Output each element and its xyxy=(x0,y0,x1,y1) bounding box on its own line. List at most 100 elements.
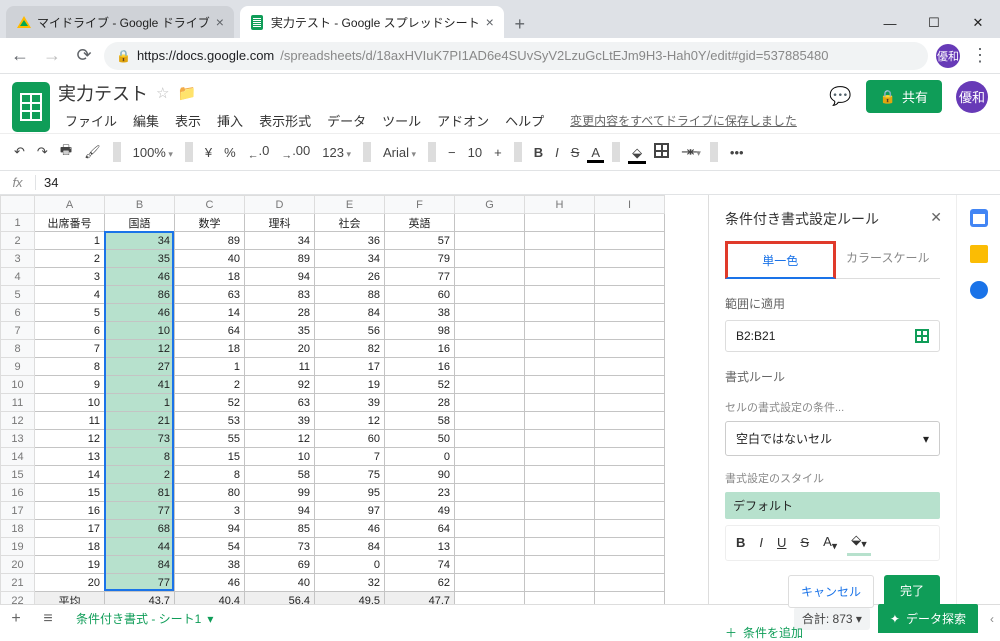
cf-tab-color-scale[interactable]: カラースケール xyxy=(836,241,941,279)
menu-help[interactable]: ヘルプ xyxy=(498,108,551,133)
cell[interactable] xyxy=(455,484,525,502)
cell[interactable]: 8 xyxy=(35,358,105,376)
share-button[interactable]: 🔒 共有 xyxy=(866,80,942,113)
row-header[interactable]: 11 xyxy=(1,394,35,412)
cell[interactable]: 53 xyxy=(175,412,245,430)
menu-view[interactable]: 表示 xyxy=(168,108,208,133)
tasks-icon[interactable] xyxy=(970,281,988,299)
cell[interactable] xyxy=(455,376,525,394)
cell[interactable]: 97 xyxy=(315,502,385,520)
cell[interactable] xyxy=(525,376,595,394)
header-cell[interactable]: 理科 xyxy=(245,214,315,232)
print-button[interactable]: 🖶 xyxy=(56,137,76,167)
cell[interactable]: 2 xyxy=(175,376,245,394)
cell[interactable]: 90 xyxy=(385,466,455,484)
cell[interactable] xyxy=(525,322,595,340)
cell[interactable] xyxy=(525,574,595,592)
new-tab-button[interactable]: + xyxy=(506,10,534,38)
cell[interactable]: 77 xyxy=(105,502,175,520)
bold-button[interactable]: B xyxy=(530,141,547,164)
forward-button[interactable]: → xyxy=(40,45,64,66)
cell[interactable] xyxy=(525,502,595,520)
cell[interactable]: 69 xyxy=(245,556,315,574)
cell[interactable]: 63 xyxy=(245,394,315,412)
cell[interactable]: 6 xyxy=(35,322,105,340)
cell[interactable] xyxy=(455,214,525,232)
sheet-tab[interactable]: 条件付き書式 - シート1 ▾ xyxy=(64,604,225,633)
cell[interactable]: 8 xyxy=(175,466,245,484)
cell[interactable] xyxy=(525,268,595,286)
maximize-button[interactable]: ☐ xyxy=(912,8,956,38)
cell[interactable]: 40 xyxy=(175,250,245,268)
menu-tools[interactable]: ツール xyxy=(375,108,428,133)
cell[interactable] xyxy=(525,592,595,605)
cell[interactable]: 平均 xyxy=(35,592,105,605)
cell[interactable]: 19 xyxy=(35,556,105,574)
header-cell[interactable]: 社会 xyxy=(315,214,385,232)
cell[interactable]: 40 xyxy=(245,574,315,592)
cell[interactable]: 34 xyxy=(245,232,315,250)
cell[interactable]: 68 xyxy=(105,520,175,538)
cell[interactable]: 16 xyxy=(385,340,455,358)
cell[interactable]: 15 xyxy=(35,484,105,502)
cell[interactable]: 36 xyxy=(315,232,385,250)
cf-cancel-button[interactable]: キャンセル xyxy=(788,575,874,608)
cell[interactable] xyxy=(455,556,525,574)
cell[interactable] xyxy=(595,448,665,466)
cell[interactable]: 13 xyxy=(385,538,455,556)
cell[interactable] xyxy=(595,520,665,538)
cell[interactable] xyxy=(455,250,525,268)
cell[interactable] xyxy=(455,286,525,304)
cell[interactable]: 56 xyxy=(315,322,385,340)
cell[interactable]: 15 xyxy=(175,448,245,466)
cell[interactable]: 89 xyxy=(175,232,245,250)
cell[interactable]: 89 xyxy=(245,250,315,268)
cell[interactable]: 12 xyxy=(35,430,105,448)
cell[interactable] xyxy=(595,304,665,322)
cell[interactable]: 92 xyxy=(245,376,315,394)
row-header[interactable]: 9 xyxy=(1,358,35,376)
cell[interactable]: 62 xyxy=(385,574,455,592)
cell[interactable] xyxy=(595,376,665,394)
cell[interactable]: 9 xyxy=(35,376,105,394)
cell[interactable] xyxy=(455,430,525,448)
header-cell[interactable]: 出席番号 xyxy=(35,214,105,232)
cell[interactable]: 94 xyxy=(245,268,315,286)
merge-button[interactable]: ⇥⇤ xyxy=(677,140,702,164)
cell[interactable]: 39 xyxy=(315,394,385,412)
cell[interactable] xyxy=(525,412,595,430)
cell[interactable] xyxy=(455,574,525,592)
cell[interactable] xyxy=(455,538,525,556)
cell[interactable] xyxy=(595,538,665,556)
zoom-dropdown[interactable]: 100% xyxy=(129,141,177,164)
cell[interactable]: 60 xyxy=(315,430,385,448)
cell[interactable]: 56.4 xyxy=(245,592,315,605)
cell[interactable] xyxy=(455,466,525,484)
cell[interactable]: 95 xyxy=(315,484,385,502)
cell[interactable]: 58 xyxy=(385,412,455,430)
cell[interactable]: 43.7 xyxy=(105,592,175,605)
cell[interactable]: 46 xyxy=(315,520,385,538)
cell[interactable] xyxy=(595,322,665,340)
increase-decimal-button[interactable]: →.00 xyxy=(277,139,314,166)
cell[interactable]: 84 xyxy=(105,556,175,574)
profile-avatar[interactable]: 優和 xyxy=(936,44,960,68)
menu-addons[interactable]: アドオン xyxy=(430,108,496,133)
row-header[interactable]: 1 xyxy=(1,214,35,232)
cell[interactable]: 35 xyxy=(245,322,315,340)
cell[interactable]: 18 xyxy=(35,538,105,556)
cell[interactable]: 16 xyxy=(385,358,455,376)
cell[interactable]: 77 xyxy=(105,574,175,592)
cell[interactable] xyxy=(525,484,595,502)
text-color-button[interactable]: A xyxy=(587,141,604,163)
cell[interactable] xyxy=(525,250,595,268)
cell[interactable]: 2 xyxy=(35,250,105,268)
decrease-decimal-button[interactable]: ←.0 xyxy=(244,139,274,166)
header-cell[interactable]: 国語 xyxy=(105,214,175,232)
comments-icon[interactable]: 💬 xyxy=(829,86,851,107)
font-dropdown[interactable]: Arial xyxy=(379,141,420,164)
redo-button[interactable]: ↷ xyxy=(33,140,52,164)
cf-condition-dropdown[interactable]: 空白ではないセル ▾ xyxy=(725,421,940,456)
cell[interactable] xyxy=(525,304,595,322)
cell[interactable]: 99 xyxy=(245,484,315,502)
